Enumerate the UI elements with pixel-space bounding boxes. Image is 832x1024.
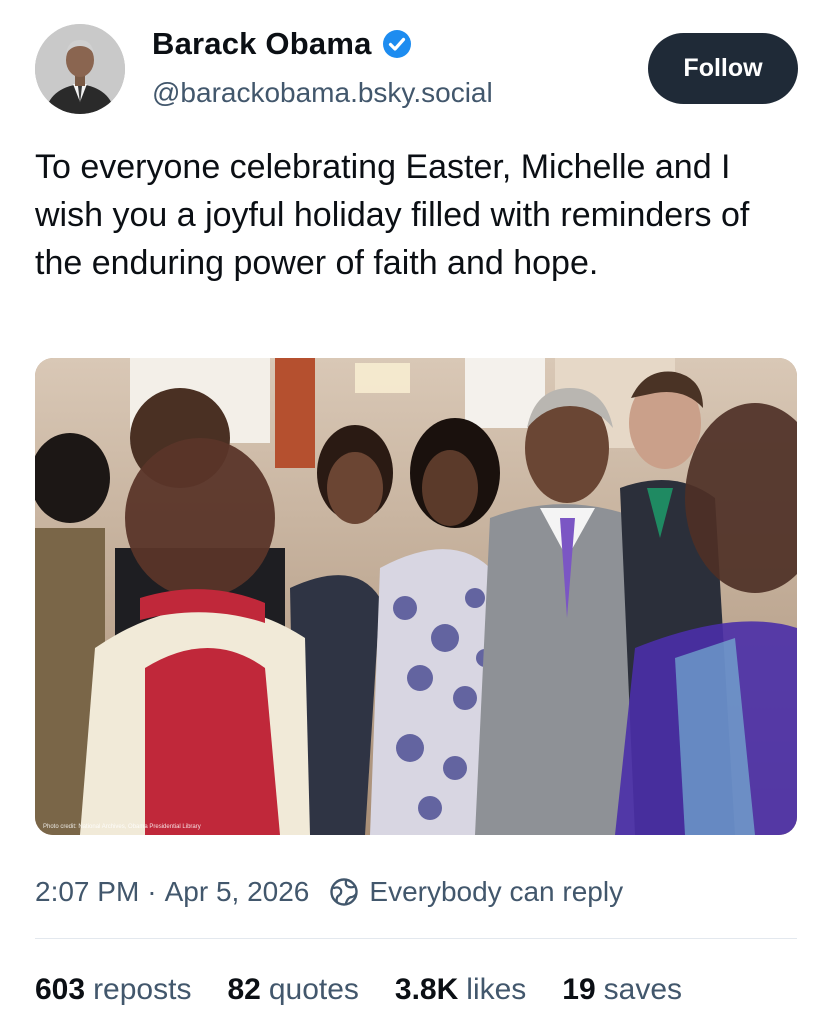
post-image[interactable]: Photo credit: National Archives, Obama P… xyxy=(35,358,797,835)
reposts-label: reposts xyxy=(93,973,192,1006)
reposts-stat[interactable]: 603 reposts xyxy=(35,973,191,1007)
reposts-count: 603 xyxy=(35,973,86,1006)
post-meta: 2:07 PM · Apr 5, 2026 Everybody can repl… xyxy=(35,872,623,912)
avatar[interactable] xyxy=(35,24,125,114)
likes-count: 3.8K xyxy=(394,973,459,1006)
church-congregation-photo xyxy=(35,358,797,835)
quotes-count: 82 xyxy=(227,973,261,1006)
likes-stat[interactable]: 3.8K likes xyxy=(395,973,526,1007)
quotes-stat[interactable]: 82 quotes xyxy=(227,973,358,1007)
divider xyxy=(35,938,797,939)
quotes-label: quotes xyxy=(268,973,359,1006)
author-handle[interactable]: @barackobama.bsky.social xyxy=(152,77,493,109)
post-time[interactable]: 2:07 PM xyxy=(35,876,139,908)
reply-setting[interactable]: Everybody can reply xyxy=(369,876,623,908)
verified-check-icon xyxy=(382,29,412,59)
author-display-name[interactable]: Barack Obama xyxy=(152,26,372,62)
author-display-name-row[interactable]: Barack Obama xyxy=(152,26,412,62)
avatar-portrait xyxy=(35,24,125,114)
globe-reply-icon xyxy=(329,877,359,907)
saves-label: saves xyxy=(603,973,683,1006)
engagement-stats: 603 reposts 82 quotes 3.8K likes 19 saves xyxy=(35,968,682,1012)
follow-button[interactable]: Follow xyxy=(648,33,798,104)
saves-stat[interactable]: 19 saves xyxy=(562,973,682,1007)
photo-credit: Photo credit: National Archives, Obama P… xyxy=(43,824,201,830)
saves-count: 19 xyxy=(562,973,596,1006)
post-text: To everyone celebrating Easter, Michelle… xyxy=(35,148,750,282)
likes-label: likes xyxy=(466,973,527,1006)
post-date[interactable]: Apr 5, 2026 xyxy=(165,876,310,908)
meta-separator: · xyxy=(147,876,157,907)
